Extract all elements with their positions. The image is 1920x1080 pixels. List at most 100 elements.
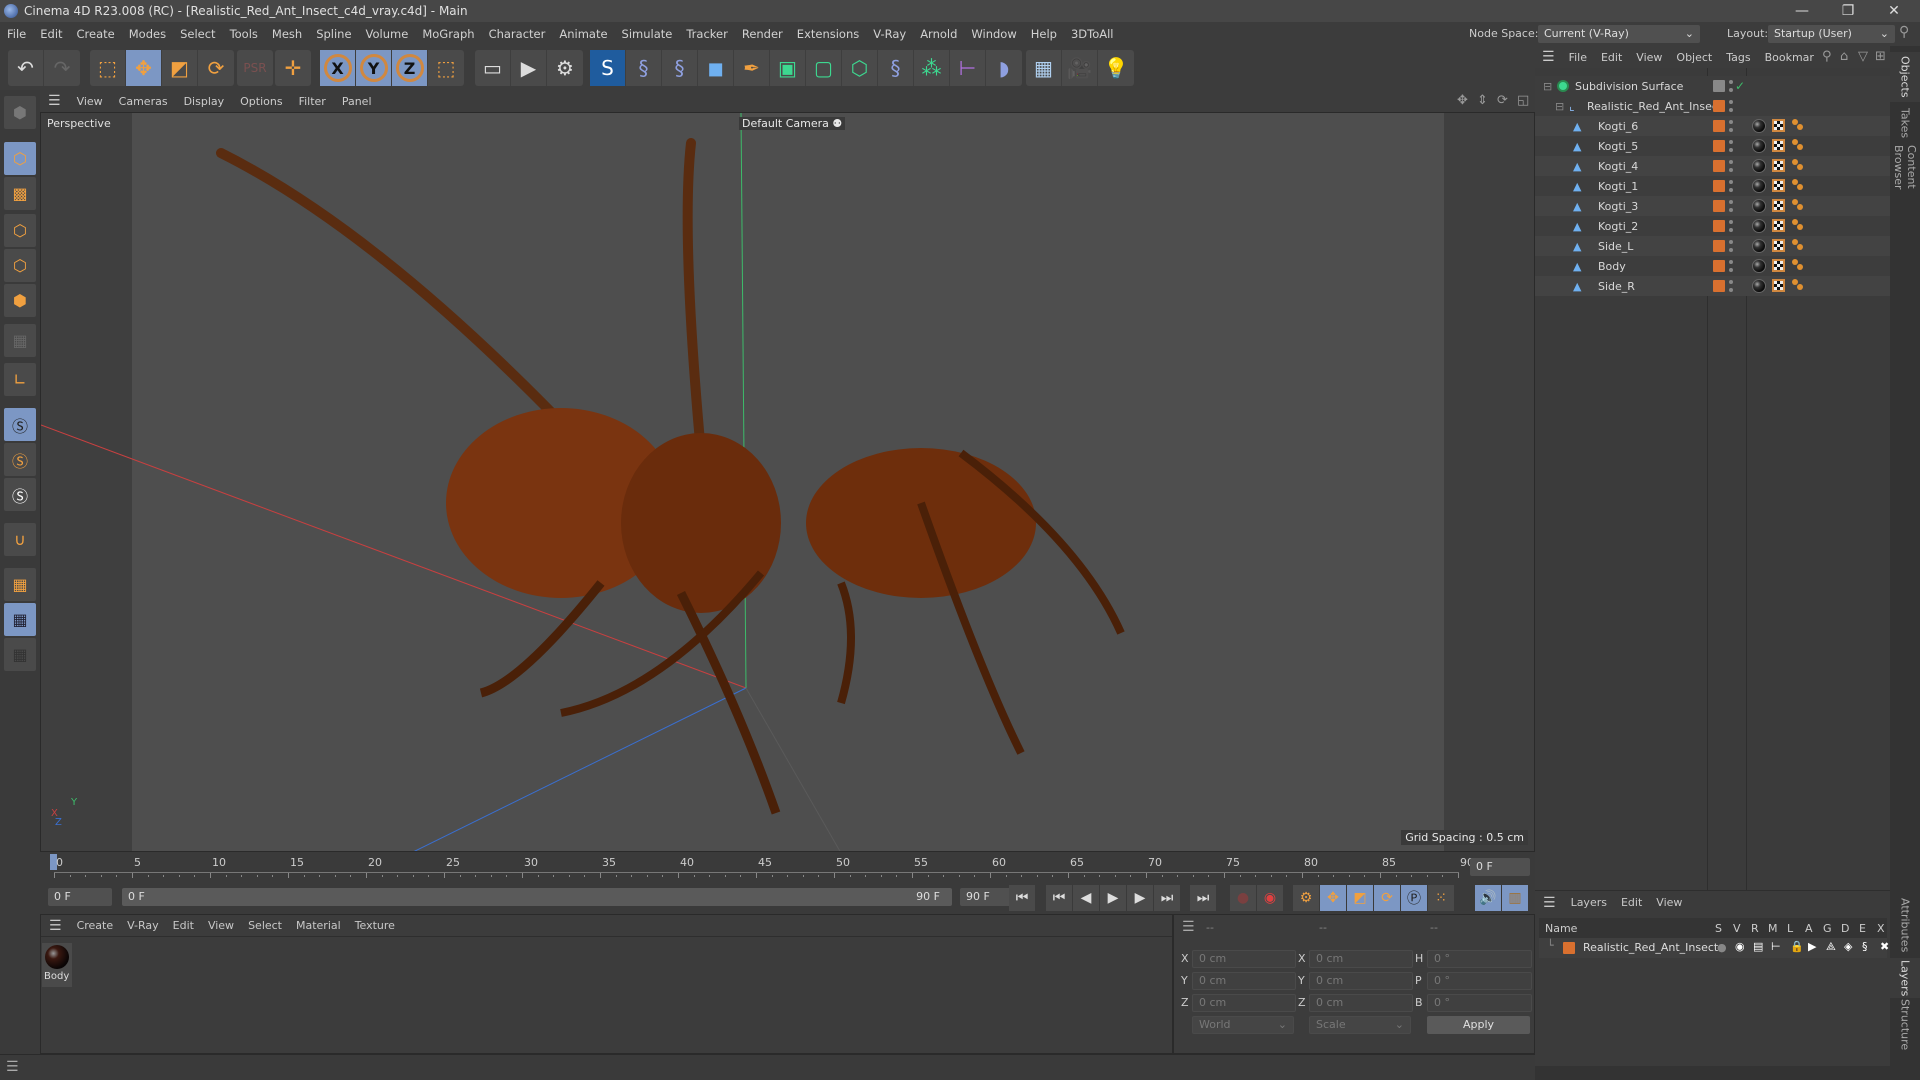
objmgr-menu-tags[interactable]: Tags <box>1719 51 1757 64</box>
start-frame-field[interactable]: 0 F <box>48 888 112 906</box>
3dtoall-icon[interactable]: S <box>590 50 626 86</box>
redo-icon[interactable]: ↷ <box>44 50 80 86</box>
menu-mesh[interactable]: Mesh <box>265 27 309 41</box>
zoom-view-icon[interactable]: ⇕ <box>1477 93 1488 108</box>
live-selection-icon[interactable]: ⬚ <box>90 50 126 86</box>
pos-x-field[interactable]: 0 cm <box>1192 950 1296 968</box>
layer-color-swatch[interactable] <box>1713 280 1725 292</box>
tab-structure[interactable]: Structure <box>1890 999 1920 1050</box>
menu-3dtoall[interactable]: 3DToAll <box>1064 27 1121 41</box>
coordinate-space-dropdown[interactable]: World ⌄ <box>1192 1016 1294 1034</box>
menu-edit[interactable]: Edit <box>33 27 69 41</box>
layout-dropdown[interactable]: Startup (User) ⌄ <box>1768 25 1895 43</box>
menu-file[interactable]: File <box>0 27 33 41</box>
go-to-start-icon[interactable]: ⏮ <box>1009 885 1035 911</box>
pos-y-field[interactable]: 0 cm <box>1192 972 1296 990</box>
axis-move-icon[interactable]: ✛ <box>275 50 311 86</box>
keyframe-selection-icon[interactable]: ⚙ <box>1293 885 1319 911</box>
home-icon[interactable]: ⌂ <box>1840 49 1848 64</box>
x-axis-icon[interactable]: X <box>320 50 356 86</box>
object-row-subdivision-surface[interactable]: ⊟ Subdivision Surface ✓ <box>1535 76 1890 96</box>
visibility-dots[interactable] <box>1729 100 1733 112</box>
node-space-dropdown[interactable]: Current (V-Ray) ⌄ <box>1538 25 1700 43</box>
uvw-tag-icon[interactable] <box>1772 119 1785 132</box>
size-z-field[interactable]: 0 cm <box>1309 994 1413 1012</box>
uvw-tag-icon[interactable] <box>1772 179 1785 192</box>
object-row-kogti-6[interactable]: ▲ Kogti_6 <box>1535 116 1890 136</box>
floor-icon[interactable]: ▦ <box>1026 50 1062 86</box>
rotate-view-icon[interactable]: ⟳ <box>1497 93 1508 108</box>
menu-modes[interactable]: Modes <box>122 27 173 41</box>
python-icon[interactable]: § <box>662 50 698 86</box>
layer-color-swatch[interactable] <box>1713 160 1725 172</box>
visibility-dots[interactable] <box>1729 160 1733 172</box>
key-pla-icon[interactable]: ⁙ <box>1428 885 1454 911</box>
enabled-check-icon[interactable]: ✓ <box>1735 79 1745 93</box>
matmgr-menu-texture[interactable]: Texture <box>348 919 402 932</box>
layer-color-swatch[interactable] <box>1713 240 1725 252</box>
previous-frame-icon[interactable]: ◀ <box>1073 885 1099 911</box>
tab-layers[interactable]: Layers <box>1890 958 1920 998</box>
menu-help[interactable]: Help <box>1024 27 1064 41</box>
material-tag-icon[interactable] <box>1752 199 1766 213</box>
frame-range-slider[interactable]: 0 F 90 F <box>122 888 952 906</box>
phong-tag-icon[interactable] <box>1792 179 1804 191</box>
viewport-menu-filter[interactable]: Filter <box>291 95 334 108</box>
edges-mode-icon[interactable]: ⬡ <box>4 249 36 282</box>
hamburger-menu-icon[interactable]: ☰ <box>1535 895 1564 911</box>
layer-color-swatch[interactable] <box>1713 140 1725 152</box>
tab-attributes[interactable]: Attributes <box>1890 895 1920 955</box>
minimize-button[interactable]: — <box>1780 0 1824 22</box>
render-settings-icon[interactable]: ⚙ <box>547 50 583 86</box>
solo-toggle-icon[interactable]: ● <box>1717 941 1727 954</box>
visibility-dots[interactable] <box>1729 240 1733 252</box>
move-icon[interactable]: ✥ <box>126 50 162 86</box>
key-parameter-icon[interactable]: Ⓟ <box>1401 885 1427 911</box>
material-tag-icon[interactable] <box>1752 239 1766 253</box>
apply-button[interactable]: Apply <box>1427 1016 1530 1034</box>
timeline-ruler[interactable]: 0 5 10 15 20 25 30 35 40 45 50 55 60 65 70 75 80 85 90 0 F <box>40 852 1535 882</box>
objmgr-menu-object[interactable]: Object <box>1669 51 1719 64</box>
size-x-field[interactable]: 0 cm <box>1309 950 1413 968</box>
filter-icon[interactable]: ▽ <box>1858 49 1868 64</box>
python-icon[interactable]: § <box>878 50 914 86</box>
viewport-menu-options[interactable]: Options <box>232 95 290 108</box>
matmgr-menu-material[interactable]: Material <box>289 919 348 932</box>
film-icon[interactable]: ▥ <box>1502 885 1528 911</box>
scale-icon[interactable]: ◩ <box>162 50 198 86</box>
uvw-tag-icon[interactable] <box>1772 139 1785 152</box>
visibility-dots[interactable] <box>1729 140 1733 152</box>
material-tag-icon[interactable] <box>1752 259 1766 273</box>
autokey-icon[interactable]: ◉ <box>1257 885 1283 911</box>
material-tag-icon[interactable] <box>1752 139 1766 153</box>
objmgr-menu-edit[interactable]: Edit <box>1594 51 1629 64</box>
xrefs-toggle-icon[interactable]: ✖ <box>1880 940 1889 953</box>
objmgr-menu-view[interactable]: View <box>1629 51 1669 64</box>
record-keys-icon[interactable]: ● <box>1230 885 1256 911</box>
z-axis-icon[interactable]: Z <box>392 50 428 86</box>
menu-volume[interactable]: Volume <box>359 27 416 41</box>
layer-color-swatch[interactable] <box>1713 180 1725 192</box>
phong-tag-icon[interactable] <box>1792 119 1804 131</box>
matmgr-menu-vray[interactable]: V-Ray <box>120 919 166 932</box>
layer-color-swatch[interactable] <box>1713 120 1725 132</box>
visibility-dots[interactable] <box>1729 120 1733 132</box>
tab-content-browser[interactable]: Content Browser <box>1890 145 1920 235</box>
uvw-tag-icon[interactable] <box>1772 219 1785 232</box>
visibility-dots[interactable] <box>1729 80 1733 92</box>
generators-toggle-icon[interactable]: ⟁ <box>1826 940 1836 954</box>
render-toggle-icon[interactable]: ▤ <box>1753 940 1763 953</box>
menu-tools[interactable]: Tools <box>223 27 265 41</box>
visible-toggle-icon[interactable]: ◉ <box>1735 940 1745 953</box>
hamburger-menu-icon[interactable]: ☰ <box>1535 49 1562 65</box>
key-scale-icon[interactable]: ◩ <box>1347 885 1373 911</box>
rot-p-field[interactable]: 0 ° <box>1427 972 1532 990</box>
layer-color-swatch[interactable] <box>1713 220 1725 232</box>
object-row-kogti-5[interactable]: ▲ Kogti_5 <box>1535 136 1890 156</box>
render-view-icon[interactable]: ▭ <box>475 50 511 86</box>
workplane-icon[interactable]: ▦ <box>4 568 36 601</box>
points-mode-icon[interactable]: ⬡ <box>4 214 36 247</box>
expressions-toggle-icon[interactable]: § <box>1862 940 1868 953</box>
viewport-menu-view[interactable]: View <box>69 95 111 108</box>
next-key-icon[interactable]: ⏭ <box>1154 885 1180 911</box>
